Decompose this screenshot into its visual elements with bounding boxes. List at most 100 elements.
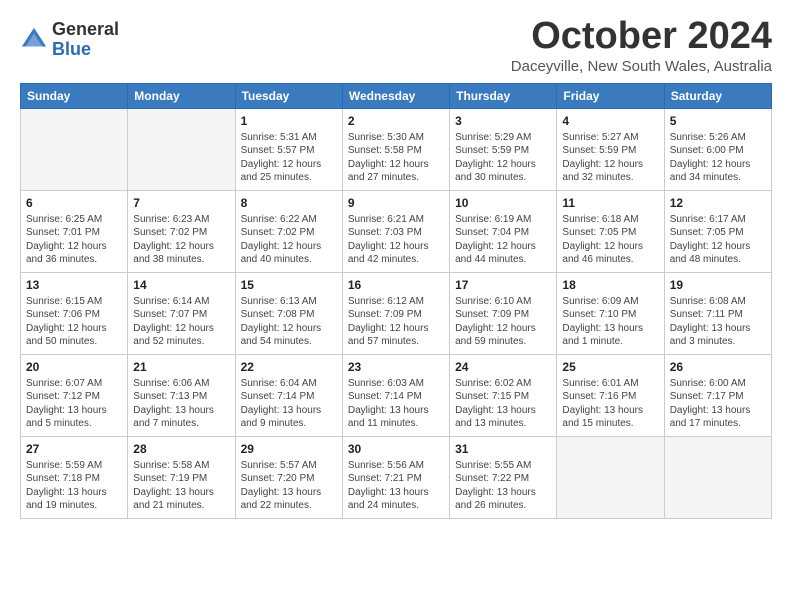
header-thursday: Thursday (450, 83, 557, 108)
day-info: Sunrise: 5:26 AM Sunset: 6:00 PM Dayligh… (670, 131, 766, 185)
day-info: Sunrise: 5:31 AM Sunset: 5:57 PM Dayligh… (241, 131, 337, 185)
day-number: 30 (348, 441, 444, 457)
logo-general: General (52, 19, 119, 39)
day-cell (664, 436, 771, 518)
week-row-4: 20 Sunrise: 6:07 AM Sunset: 7:12 PM Dayli… (21, 354, 772, 436)
header-row: SundayMondayTuesdayWednesdayThursdayFrid… (21, 83, 772, 108)
day-cell: 24 Sunrise: 6:02 AM Sunset: 7:15 PM Dayli… (450, 354, 557, 436)
day-cell: 3 Sunrise: 5:29 AM Sunset: 5:59 PM Daylig… (450, 108, 557, 190)
day-cell: 1Sunrise: 5:31 AM Sunset: 5:57 PM Daylig… (235, 108, 342, 190)
day-info: Sunrise: 6:12 AM Sunset: 7:09 PM Dayligh… (348, 295, 444, 349)
day-cell: 10 Sunrise: 6:19 AM Sunset: 7:04 PM Dayli… (450, 190, 557, 272)
day-info: Sunrise: 6:01 AM Sunset: 7:16 PM Dayligh… (562, 377, 658, 431)
calendar-header: SundayMondayTuesdayWednesdayThursdayFrid… (21, 83, 772, 108)
day-number: 11 (562, 195, 658, 211)
day-info: Sunrise: 6:13 AM Sunset: 7:08 PM Dayligh… (241, 295, 337, 349)
day-cell: 19Sunrise: 6:08 AM Sunset: 7:11 PM Dayli… (664, 272, 771, 354)
day-cell: 18Sunrise: 6:09 AM Sunset: 7:10 PM Dayli… (557, 272, 664, 354)
day-number: 9 (348, 195, 444, 211)
day-info: Sunrise: 6:03 AM Sunset: 7:14 PM Dayligh… (348, 377, 444, 431)
day-cell: 29 Sunrise: 5:57 AM Sunset: 7:20 PM Dayli… (235, 436, 342, 518)
day-cell (21, 108, 128, 190)
day-cell: 4 Sunrise: 5:27 AM Sunset: 5:59 PM Daylig… (557, 108, 664, 190)
header-friday: Friday (557, 83, 664, 108)
header-saturday: Saturday (664, 83, 771, 108)
day-info: Sunrise: 5:29 AM Sunset: 5:59 PM Dayligh… (455, 131, 551, 185)
day-cell: 25 Sunrise: 6:01 AM Sunset: 7:16 PM Dayli… (557, 354, 664, 436)
week-row-3: 13Sunrise: 6:15 AM Sunset: 7:06 PM Dayli… (21, 272, 772, 354)
day-info: Sunrise: 6:22 AM Sunset: 7:02 PM Dayligh… (241, 213, 337, 267)
day-info: Sunrise: 6:15 AM Sunset: 7:06 PM Dayligh… (26, 295, 122, 349)
day-number: 12 (670, 195, 766, 211)
day-number: 25 (562, 359, 658, 375)
day-info: Sunrise: 5:57 AM Sunset: 7:20 PM Dayligh… (241, 459, 337, 513)
day-number: 27 (26, 441, 122, 457)
day-cell: 14Sunrise: 6:14 AM Sunset: 7:07 PM Dayli… (128, 272, 235, 354)
logo-blue: Blue (52, 39, 91, 59)
day-info: Sunrise: 6:04 AM Sunset: 7:14 PM Dayligh… (241, 377, 337, 431)
header-monday: Monday (128, 83, 235, 108)
day-info: Sunrise: 5:58 AM Sunset: 7:19 PM Dayligh… (133, 459, 229, 513)
calendar: SundayMondayTuesdayWednesdayThursdayFrid… (20, 83, 772, 519)
day-number: 23 (348, 359, 444, 375)
day-cell: 11 Sunrise: 6:18 AM Sunset: 7:05 PM Dayli… (557, 190, 664, 272)
week-row-5: 27 Sunrise: 5:59 AM Sunset: 7:18 PM Dayli… (21, 436, 772, 518)
day-cell: 12 Sunrise: 6:17 AM Sunset: 7:05 PM Dayli… (664, 190, 771, 272)
day-info: Sunrise: 5:27 AM Sunset: 5:59 PM Dayligh… (562, 131, 658, 185)
title-section: October 2024 Daceyville, New South Wales… (511, 16, 772, 75)
day-info: Sunrise: 5:59 AM Sunset: 7:18 PM Dayligh… (26, 459, 122, 513)
day-cell: 5 Sunrise: 5:26 AM Sunset: 6:00 PM Daylig… (664, 108, 771, 190)
day-info: Sunrise: 6:06 AM Sunset: 7:13 PM Dayligh… (133, 377, 229, 431)
day-info: Sunrise: 6:09 AM Sunset: 7:10 PM Dayligh… (562, 295, 658, 349)
day-info: Sunrise: 6:23 AM Sunset: 7:02 PM Dayligh… (133, 213, 229, 267)
day-number: 17 (455, 277, 551, 293)
day-cell: 20 Sunrise: 6:07 AM Sunset: 7:12 PM Dayli… (21, 354, 128, 436)
month-title: October 2024 (511, 16, 772, 58)
header-sunday: Sunday (21, 83, 128, 108)
day-cell: 9 Sunrise: 6:21 AM Sunset: 7:03 PM Daylig… (342, 190, 449, 272)
day-info: Sunrise: 5:55 AM Sunset: 7:22 PM Dayligh… (455, 459, 551, 513)
day-number: 22 (241, 359, 337, 375)
day-number: 2 (348, 113, 444, 129)
logo-icon (20, 26, 48, 54)
day-cell: 2 Sunrise: 5:30 AM Sunset: 5:58 PM Daylig… (342, 108, 449, 190)
day-cell: 22 Sunrise: 6:04 AM Sunset: 7:14 PM Dayli… (235, 354, 342, 436)
day-number: 6 (26, 195, 122, 211)
week-row-2: 6Sunrise: 6:25 AM Sunset: 7:01 PM Daylig… (21, 190, 772, 272)
day-info: Sunrise: 6:10 AM Sunset: 7:09 PM Dayligh… (455, 295, 551, 349)
day-number: 10 (455, 195, 551, 211)
location: Daceyville, New South Wales, Australia (511, 58, 772, 75)
day-cell: 31 Sunrise: 5:55 AM Sunset: 7:22 PM Dayli… (450, 436, 557, 518)
day-info: Sunrise: 5:30 AM Sunset: 5:58 PM Dayligh… (348, 131, 444, 185)
day-number: 5 (670, 113, 766, 129)
day-cell: 8Sunrise: 6:22 AM Sunset: 7:02 PM Daylig… (235, 190, 342, 272)
day-info: Sunrise: 6:18 AM Sunset: 7:05 PM Dayligh… (562, 213, 658, 267)
day-number: 3 (455, 113, 551, 129)
day-cell (557, 436, 664, 518)
day-info: Sunrise: 6:14 AM Sunset: 7:07 PM Dayligh… (133, 295, 229, 349)
day-number: 24 (455, 359, 551, 375)
day-cell: 26Sunrise: 6:00 AM Sunset: 7:17 PM Dayli… (664, 354, 771, 436)
day-number: 20 (26, 359, 122, 375)
day-number: 4 (562, 113, 658, 129)
day-cell: 7Sunrise: 6:23 AM Sunset: 7:02 PM Daylig… (128, 190, 235, 272)
day-cell: 16 Sunrise: 6:12 AM Sunset: 7:09 PM Dayli… (342, 272, 449, 354)
day-cell: 23 Sunrise: 6:03 AM Sunset: 7:14 PM Dayli… (342, 354, 449, 436)
day-number: 31 (455, 441, 551, 457)
page-header: General Blue October 2024 Daceyville, Ne… (20, 16, 772, 75)
day-number: 16 (348, 277, 444, 293)
day-number: 21 (133, 359, 229, 375)
day-info: Sunrise: 6:17 AM Sunset: 7:05 PM Dayligh… (670, 213, 766, 267)
day-cell: 6Sunrise: 6:25 AM Sunset: 7:01 PM Daylig… (21, 190, 128, 272)
calendar-body: 1Sunrise: 5:31 AM Sunset: 5:57 PM Daylig… (21, 108, 772, 518)
day-info: Sunrise: 6:21 AM Sunset: 7:03 PM Dayligh… (348, 213, 444, 267)
day-number: 29 (241, 441, 337, 457)
day-info: Sunrise: 6:02 AM Sunset: 7:15 PM Dayligh… (455, 377, 551, 431)
day-cell: 17 Sunrise: 6:10 AM Sunset: 7:09 PM Dayli… (450, 272, 557, 354)
day-info: Sunrise: 6:19 AM Sunset: 7:04 PM Dayligh… (455, 213, 551, 267)
day-number: 26 (670, 359, 766, 375)
day-info: Sunrise: 6:08 AM Sunset: 7:11 PM Dayligh… (670, 295, 766, 349)
day-cell: 27 Sunrise: 5:59 AM Sunset: 7:18 PM Dayli… (21, 436, 128, 518)
day-cell: 30Sunrise: 5:56 AM Sunset: 7:21 PM Dayli… (342, 436, 449, 518)
day-info: Sunrise: 6:07 AM Sunset: 7:12 PM Dayligh… (26, 377, 122, 431)
